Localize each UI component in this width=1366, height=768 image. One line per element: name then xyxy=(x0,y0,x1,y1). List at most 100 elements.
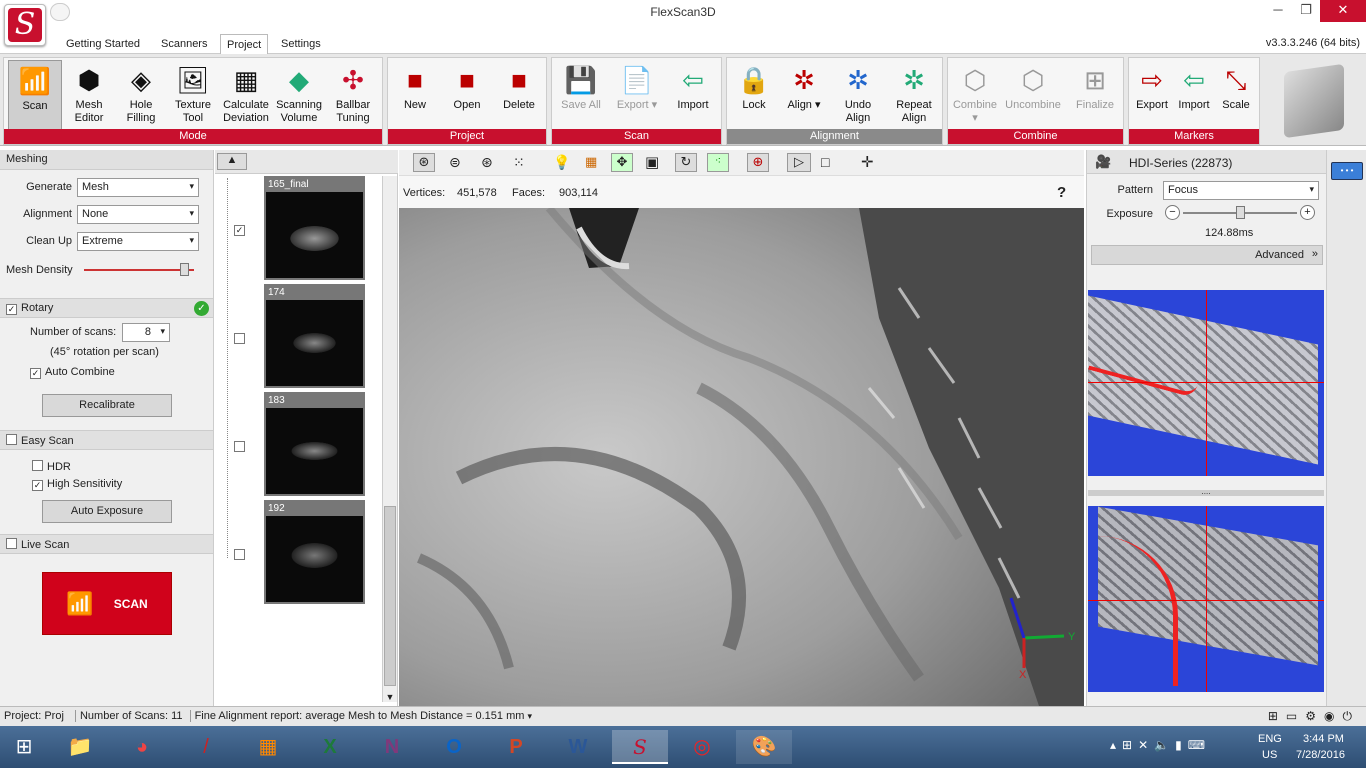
export-scan-button[interactable]: 📄 Export ▾ xyxy=(610,60,664,130)
scroll-down-icon[interactable]: ▼ xyxy=(383,692,397,702)
auto-exposure-button[interactable]: Auto Exposure xyxy=(42,500,172,523)
onenote-icon[interactable]: N xyxy=(370,730,414,764)
cleanup-select[interactable]: Extreme xyxy=(77,232,199,251)
easy-scan-checkbox[interactable] xyxy=(6,434,17,445)
finalize-button[interactable]: ⊞ Finalize xyxy=(1068,60,1122,130)
view-texture-icon[interactable]: ⊜ xyxy=(449,154,461,171)
scroll-thumb[interactable] xyxy=(384,506,396,686)
auto-combine-checkbox[interactable]: ✓ xyxy=(30,368,41,379)
rotate-icon[interactable]: ↻ xyxy=(675,153,697,172)
flexscan-task-icon[interactable]: S xyxy=(612,730,668,764)
exposure-slider[interactable]: − + xyxy=(1165,205,1315,223)
live-scan-header[interactable]: Live Scan xyxy=(0,534,213,554)
scan-item[interactable]: 183 xyxy=(264,392,365,496)
combine-button[interactable]: ⬡ Combine ▾ xyxy=(948,60,1002,130)
easy-scan-header[interactable]: Easy Scan xyxy=(0,430,213,450)
help-icon[interactable]: ? xyxy=(1057,184,1066,201)
high-sensitivity-row[interactable]: ✓ High Sensitivity xyxy=(32,478,122,491)
scan-item[interactable]: 192 xyxy=(264,500,365,604)
tray-chevron-icon[interactable]: ▴ xyxy=(1110,738,1122,752)
hole-filling-button[interactable]: ◈ Hole Filling xyxy=(114,60,168,130)
advanced-button[interactable]: Advanced » xyxy=(1091,245,1323,265)
auto-combine-row[interactable]: ✓ Auto Combine xyxy=(30,366,115,379)
mesh-density-thumb[interactable] xyxy=(179,263,189,276)
tab-project[interactable]: Project xyxy=(220,34,269,55)
align-button[interactable]: ✲ Align ▾ xyxy=(777,60,831,130)
num-scans-spinner[interactable]: 8 xyxy=(122,323,170,342)
windows-start-icon[interactable]: ⊞ xyxy=(2,730,46,764)
scatter-points-icon[interactable]: ⁖ xyxy=(707,153,729,172)
markers-scale-button[interactable]: ⤡ Scale xyxy=(1209,60,1263,130)
generate-select[interactable]: Mesh xyxy=(77,178,199,197)
splitter-handle[interactable]: .... xyxy=(1088,488,1324,496)
open-project-button[interactable]: ■ Open xyxy=(440,60,494,130)
pan-icon[interactable]: ✛ xyxy=(861,153,874,171)
hdr-row[interactable]: HDR xyxy=(32,460,71,473)
creative-cloud-icon[interactable]: ◎ xyxy=(674,730,730,764)
live-scan-checkbox[interactable] xyxy=(6,538,17,549)
calculate-deviation-button[interactable]: ▦ Calculate Deviation xyxy=(216,60,276,130)
scan-mode-button[interactable]: 📶 Scan xyxy=(8,60,62,130)
scan-checkbox-2[interactable] xyxy=(234,441,245,452)
tab-scanners[interactable]: Scanners xyxy=(161,38,207,50)
target-icon[interactable]: ⊕ xyxy=(747,153,769,172)
3d-scan-surface[interactable]: Y X xyxy=(399,208,1084,706)
maximize-icon[interactable]: ❐ xyxy=(1292,0,1320,22)
save-all-button[interactable]: 💾 Save All xyxy=(554,60,608,130)
flexscan-pin-icon[interactable]: / xyxy=(184,730,228,764)
tray-windows-icon[interactable]: ⊞ xyxy=(1122,738,1138,752)
console-icon[interactable]: ▭ xyxy=(1286,709,1305,723)
stop-icon[interactable]: □ xyxy=(821,154,829,170)
quick-access-button[interactable] xyxy=(50,3,70,21)
powerpoint-icon[interactable]: P xyxy=(494,730,538,764)
settings-gear-icon[interactable]: ⚙ xyxy=(1305,709,1324,723)
recalibrate-button[interactable]: Recalibrate xyxy=(42,394,172,417)
volume-icon[interactable]: 🔈 xyxy=(1154,738,1175,752)
import-scan-button[interactable]: ⇦ Import xyxy=(666,60,720,130)
ballbar-tuning-button[interactable]: ✣ Ballbar Tuning xyxy=(326,60,380,130)
color-grid-icon[interactable]: ▦ xyxy=(585,154,597,170)
view-mesh-icon[interactable]: ⊛ xyxy=(413,153,435,172)
clock-time[interactable]: 3:44 PM xyxy=(1303,733,1344,745)
scan-button[interactable]: 📶 SCAN xyxy=(42,572,172,635)
tab-settings[interactable]: Settings xyxy=(281,38,321,50)
view-points-icon[interactable]: ⁙ xyxy=(513,154,525,171)
app-logo[interactable]: S xyxy=(4,4,46,46)
screenshot-icon[interactable]: ⊞ xyxy=(1268,709,1286,723)
scan-checkbox-0[interactable]: ✓ xyxy=(234,225,245,236)
alignment-select[interactable]: None xyxy=(77,205,199,224)
scroll-bar[interactable]: ▼ xyxy=(382,176,397,702)
scanner-device-icon[interactable]: • • • xyxy=(1331,162,1363,180)
scan-item[interactable]: 174 xyxy=(264,284,365,388)
power-icon[interactable]: ⏻ xyxy=(1343,709,1361,723)
mesh-editor-button[interactable]: ⬢ Mesh Editor xyxy=(62,60,116,130)
apps-grid-icon[interactable]: ▦ xyxy=(246,730,290,764)
outlook-icon[interactable]: O xyxy=(432,730,476,764)
scan-checkbox-3[interactable] xyxy=(234,549,245,560)
undo-align-button[interactable]: ✲ Undo Align xyxy=(831,60,885,130)
clock-date[interactable]: 7/28/2016 xyxy=(1296,749,1345,761)
image-view-icon[interactable]: ▲ xyxy=(217,153,247,170)
plus-icon[interactable]: + xyxy=(1300,205,1315,220)
rotary-header[interactable]: ✓ Rotary ✓ xyxy=(0,298,213,318)
input-region[interactable]: US xyxy=(1262,749,1277,761)
play-icon[interactable]: ▷ xyxy=(787,153,811,172)
bounding-box-icon[interactable]: ▣ xyxy=(645,153,659,171)
minimize-icon[interactable]: ─ xyxy=(1264,0,1292,22)
pattern-select[interactable]: Focus xyxy=(1163,181,1319,200)
repeat-align-button[interactable]: ✲ Repeat Align xyxy=(887,60,941,130)
light-icon[interactable]: 💡 xyxy=(553,154,570,171)
tab-getting-started[interactable]: Getting Started xyxy=(66,38,140,50)
lock-button[interactable]: 🔒 Lock xyxy=(727,60,781,130)
minus-icon[interactable]: − xyxy=(1165,205,1180,220)
delete-project-button[interactable]: ■ Delete xyxy=(492,60,546,130)
word-icon[interactable]: W xyxy=(556,730,600,764)
report-dropdown-icon[interactable]: ▾ xyxy=(527,711,532,721)
move-axes-icon[interactable]: ✥ xyxy=(611,153,633,172)
target-status-icon[interactable]: ◉ xyxy=(1324,709,1342,723)
tray-network-warning-icon[interactable]: ✕ xyxy=(1138,738,1154,752)
hdr-checkbox[interactable] xyxy=(32,460,43,471)
scan-item[interactable]: 165_final xyxy=(264,176,365,280)
uncombine-button[interactable]: ⬡ Uncombine xyxy=(1002,60,1064,130)
new-project-button[interactable]: ■ New xyxy=(388,60,442,130)
